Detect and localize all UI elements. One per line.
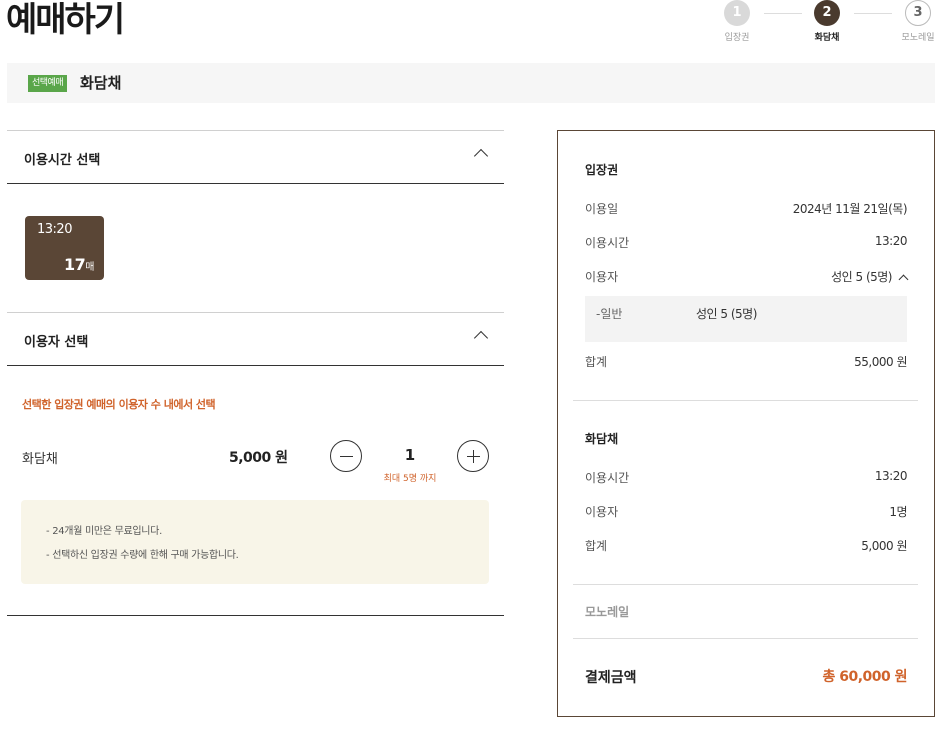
decrease-quantity-button[interactable]	[330, 440, 362, 472]
user-section-title: 이용자 선택	[24, 335, 89, 350]
summary-user-detail: -일반 성인 5 (5명)	[585, 296, 907, 342]
step-2: 2 화담채	[797, 0, 857, 43]
time-slot-button[interactable]: 13:20 17매	[25, 216, 104, 280]
summary-monorail-title: 모노레일	[585, 605, 630, 619]
time-slot-count-unit: 매	[85, 262, 94, 273]
step-1: 1 입장권	[707, 0, 767, 43]
step-2-label: 화담채	[814, 33, 840, 43]
selected-product-name: 화담채	[80, 74, 122, 92]
summary-user-toggle[interactable]: 성인 5 (5명)	[831, 268, 909, 285]
summary-user-label: 이용자	[585, 270, 619, 284]
step-1-label: 입장권	[724, 33, 750, 43]
info-item: 선택하신 입장권 수량에 한해 구매 가능합니다.	[46, 544, 464, 568]
step-connector	[854, 13, 892, 14]
summary-date-label: 이용일	[585, 202, 619, 216]
order-summary-panel: 입장권 이용일 2024년 11월 21일(목) 이용시간 13:20 이용자 …	[557, 130, 935, 717]
quantity-value: 1	[404, 446, 416, 464]
user-section-header[interactable]: 이용자 선택	[7, 312, 504, 366]
summary-time-value: 13:20	[874, 234, 908, 248]
product-price: 5,000 원	[229, 450, 288, 466]
summary-hwadam-user-label: 이용자	[585, 505, 619, 519]
summary-user-value: 성인 5 (5명)	[831, 270, 892, 284]
step-3-number: 3	[905, 0, 931, 26]
total-amount-value: 총 60,000 원	[822, 669, 907, 685]
summary-hwadam-sum-value: 5,000 원	[861, 539, 907, 553]
selected-badge: 선택예매	[28, 75, 68, 92]
total-amount-label: 결제금액	[585, 670, 637, 686]
selected-product-bar: 선택예매 화담채	[7, 63, 935, 103]
time-section-header[interactable]: 이용시간 선택	[7, 130, 504, 184]
detail-value: 성인 5 (5명)	[696, 307, 757, 321]
summary-ticket-title: 입장권	[585, 163, 619, 177]
chevron-up-icon[interactable]	[473, 330, 489, 346]
detail-label: -일반	[596, 307, 623, 321]
product-name: 화담채	[22, 452, 58, 467]
chevron-up-icon[interactable]	[898, 274, 909, 285]
summary-ticket-sum-value: 55,000 원	[854, 355, 907, 369]
selection-panel: 이용시간 선택 13:20 17매 이용자 선택 선택한 입장권 예매의 이용자…	[7, 130, 504, 616]
chevron-up-icon[interactable]	[473, 148, 489, 164]
quantity-max-note: 최대 5명 까지	[383, 474, 437, 484]
info-item: 24개월 미만은 무료입니다.	[46, 520, 464, 544]
summary-hwadam-time-value: 13:20	[874, 469, 908, 483]
summary-hwadam-user-value: 1명	[889, 505, 907, 519]
summary-hwadam-time-label: 이용시간	[585, 471, 630, 485]
time-slot-time: 13:20	[37, 222, 72, 237]
time-slot-count-number: 17	[64, 255, 86, 274]
summary-divider	[573, 638, 918, 639]
step-2-number: 2	[814, 0, 840, 26]
summary-hwadam-title: 화담채	[585, 432, 619, 446]
step-1-number: 1	[724, 0, 750, 26]
summary-date-value: 2024년 11월 21일(목)	[792, 202, 908, 216]
summary-hwadam-sum-label: 합계	[585, 539, 608, 553]
time-slot-count: 17매	[64, 255, 94, 274]
summary-divider	[573, 584, 918, 585]
user-selection-area: 선택한 입장권 예매의 이용자 수 내에서 선택 화담채 5,000 원 1 최…	[7, 366, 504, 616]
increase-quantity-button[interactable]	[457, 440, 489, 472]
time-slot-area: 13:20 17매	[7, 184, 504, 312]
time-section-title: 이용시간 선택	[24, 153, 101, 168]
summary-divider	[573, 400, 918, 401]
user-limit-notice: 선택한 입장권 예매의 이용자 수 내에서 선택	[22, 398, 216, 411]
summary-time-label: 이용시간	[585, 236, 630, 250]
summary-ticket-sum-label: 합계	[585, 355, 608, 369]
step-3: 3 모노레일	[888, 0, 942, 43]
step-3-label: 모노레일	[901, 33, 935, 43]
step-indicator: 1 입장권 2 화담채 3 모노레일	[0, 0, 942, 50]
info-notice-box: 24개월 미만은 무료입니다. 선택하신 입장권 수량에 한해 구매 가능합니다…	[21, 500, 489, 584]
